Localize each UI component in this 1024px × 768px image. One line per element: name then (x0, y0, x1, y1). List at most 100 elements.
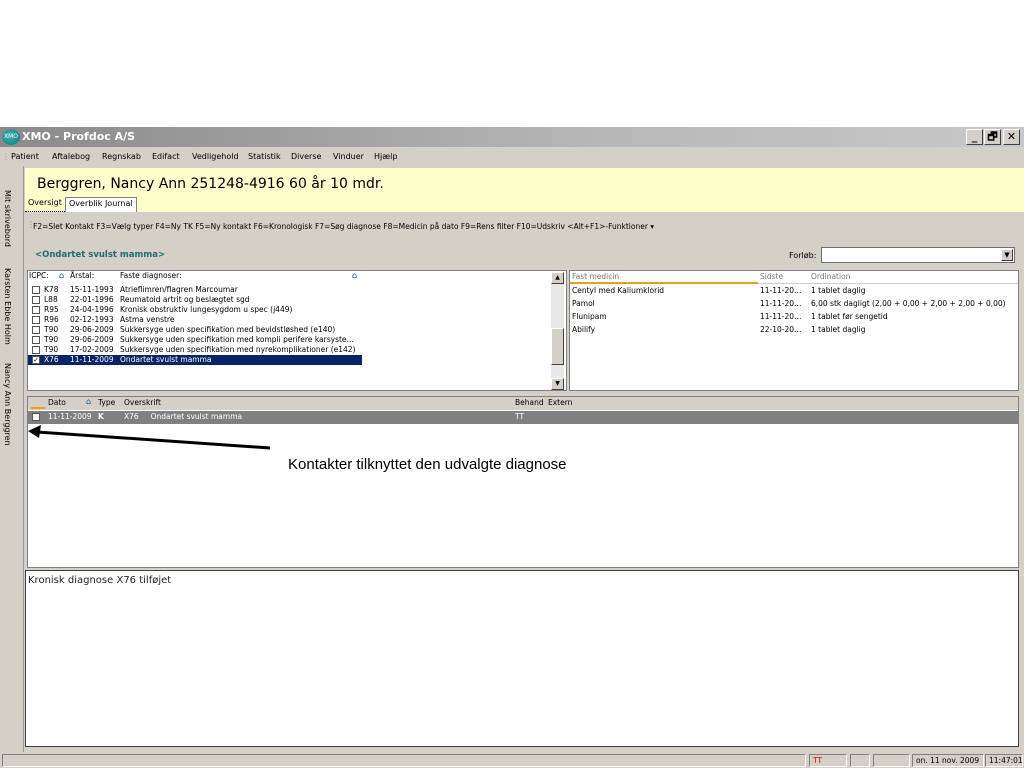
col-header-ordination[interactable]: Ordination (811, 272, 850, 281)
row-checkbox[interactable] (32, 346, 40, 354)
selected-diagnosis-title: <Ondartet svulst mamma> (35, 250, 166, 260)
icpc-code: X76 (44, 355, 59, 364)
status-message (2, 754, 806, 767)
col-header-behand[interactable]: Behand (515, 398, 544, 407)
menu-statistik[interactable]: Statistik (248, 152, 281, 161)
journal-note[interactable]: Kronisk diagnose X76 tilføjet (25, 570, 1019, 747)
menu-vinduer[interactable]: Vinduer (333, 152, 364, 161)
close-button[interactable]: ✕ (1003, 129, 1020, 145)
col-header-diagnosis[interactable]: Faste diagnoser: (120, 271, 182, 284)
sort-home-icon[interactable]: ⌂ (86, 397, 91, 406)
row-checkbox[interactable] (32, 306, 40, 314)
col-header-fast-medicin[interactable]: Fast medicin (572, 272, 619, 281)
journal-note-text: Kronisk diagnose X76 tilføjet (28, 575, 172, 586)
icpc-code: T90 (44, 345, 59, 354)
forloeb-label: Forløb: (789, 251, 817, 260)
col-header-extern[interactable]: Extern (548, 398, 572, 407)
minimize-button[interactable]: _ (966, 129, 983, 145)
tab-strip: Oversigt Overblik Journal (25, 195, 1024, 212)
restore-button[interactable]: 🗗 (984, 129, 1001, 145)
status-user: TT (809, 754, 847, 767)
diagnosis-row-t90-a[interactable]: T90 29-06-2009 Sukkersyge uden specifika… (28, 325, 362, 335)
col-header-icpc[interactable]: ICPC: (29, 271, 49, 284)
medicine-row[interactable]: Abilify 22-10-20… 1 tablet daglig (570, 325, 1018, 335)
col-header-year[interactable]: Årstal: (70, 271, 95, 284)
function-key-toolbar: ⋮ F2=Slet Kontakt F3=Vælg typer F4=Ny TK… (25, 214, 1019, 236)
menu-edifact[interactable]: Edifact (152, 152, 180, 161)
diagnosis-list: ICPC: ⌂ Årstal: Faste diagnoser: ⌂ K78 1… (27, 270, 567, 391)
vtab-mit-skrivebord[interactable]: Mit skrivebord (3, 190, 12, 247)
row-checkbox-checked[interactable]: ✓ (32, 356, 40, 364)
menu-hjaelp[interactable]: Hjælp (374, 152, 397, 161)
function-key-list[interactable]: F2=Slet Kontakt F3=Vælg typer F4=Ny TK F… (33, 222, 654, 231)
diagnosis-date: 29-06-2009 (70, 335, 114, 344)
medicine-ordination: 6,00 stk dagligt (2,00 + 0,00 + 2,00 + 2… (811, 299, 1006, 308)
app-logo-icon: XMO (2, 129, 20, 145)
diagnosis-text: Reumatoid artrit og beslægtet sgd (120, 295, 250, 304)
medicine-name: Flunipam (572, 312, 607, 321)
icpc-code: L88 (44, 295, 58, 304)
col-header-overskrift[interactable]: Overskrift (124, 398, 161, 407)
medicine-row[interactable]: Pamol 11-11-20… 6,00 stk dagligt (2,00 +… (570, 299, 1018, 309)
diagnosis-row-x76-selected[interactable]: ✓ X76 11-11-2009 Ondartet svulst mamma (28, 355, 362, 365)
scroll-down-arrow-icon[interactable]: ▼ (551, 378, 564, 390)
row-checkbox[interactable] (32, 316, 40, 324)
diagnosis-row-r95[interactable]: R95 24-04-1996 Kronisk obstruktiv lunges… (28, 305, 362, 315)
annotation-callout: Kontakter tilknyttet den udvalgte diagno… (288, 456, 567, 473)
medicine-ordination: 1 tablet før sengetid (811, 312, 888, 321)
col-header-sidste[interactable]: Sidste (760, 272, 783, 281)
menu-patient[interactable]: Patient (11, 152, 39, 161)
annotation-arrow-icon (28, 425, 271, 450)
diagnosis-date: 22-01-1996 (70, 295, 114, 304)
forloeb-select[interactable]: ▼ (821, 247, 1015, 263)
col-header-type[interactable]: Type (98, 398, 115, 407)
tab-overblik-journal[interactable]: Overblik Journal (65, 197, 137, 212)
diagnosis-text: Atrieflimren/flagren Marcoumar (120, 285, 238, 294)
medicine-header: Fast medicin Sidste Ordination (570, 271, 1018, 284)
diagnosis-row-t90-c[interactable]: T90 17-02-2009 Sukkersyge uden specifika… (28, 345, 362, 355)
medicine-row[interactable]: Flunipam 11-11-20… 1 tablet før sengetid (570, 312, 1018, 322)
sort-home-icon[interactable]: ⌂ (59, 271, 65, 284)
diagnosis-text: Ondartet svulst mamma (120, 355, 212, 364)
vtab-nancy-ann-berggren[interactable]: Nancy Ann Berggren (3, 363, 12, 446)
row-checkbox[interactable] (32, 296, 40, 304)
dropdown-arrow-icon[interactable]: ▼ (1001, 249, 1013, 261)
menu-regnskab[interactable]: Regnskab (102, 152, 141, 161)
icpc-code: K78 (44, 285, 59, 294)
scroll-up-arrow-icon[interactable]: ▲ (551, 272, 564, 284)
tab-oversigt[interactable]: Oversigt (25, 197, 65, 212)
diagnosis-row-l88[interactable]: L88 22-01-1996 Reumatoid artrit og beslæ… (28, 295, 362, 305)
diagnosis-row-t90-b[interactable]: T90 29-06-2009 Sukkersyge uden specifika… (28, 335, 362, 345)
diagnosis-text: Sukkersyge uden specifikation med kompli… (120, 335, 355, 344)
diagnosis-date: 15-11-1993 (70, 285, 114, 294)
medicine-last-date: 11-11-20… (760, 286, 802, 295)
sort-indicator-icon[interactable]: ⌂ (352, 271, 358, 284)
menu-diverse[interactable]: Diverse (291, 152, 321, 161)
contacts-header: Dato ⌂ Type Overskrift Behand Extern (28, 397, 1018, 410)
sort-underline (31, 407, 45, 409)
diagnosis-text: Astma venstre (120, 315, 175, 324)
medicine-last-date: 22-10-20… (760, 325, 802, 334)
row-checkbox[interactable] (32, 336, 40, 344)
medicine-ordination: 1 tablet daglig (811, 286, 866, 295)
status-cell (873, 754, 910, 767)
menu-vedligehold[interactable]: Vedligehold (192, 152, 239, 161)
row-checkbox[interactable] (32, 286, 40, 294)
diagnosis-text: Sukkersyge uden specifikation med bevids… (120, 325, 336, 334)
diagnosis-date: 11-11-2009 (70, 355, 114, 364)
diagnosis-row-k78[interactable]: K78 15-11-1993 Atrieflimren/flagren Marc… (28, 285, 362, 295)
col-header-dato[interactable]: Dato (48, 398, 66, 407)
diagnosis-row-r96[interactable]: R96 02-12-1993 Astma venstre (28, 315, 362, 325)
medicine-row[interactable]: Centyl med Kaliumklorid 11-11-20… 1 tabl… (570, 286, 1018, 296)
window-title: XMO - Profdoc A/S (22, 130, 136, 143)
contact-behand: TT (515, 412, 525, 421)
scrollbar-thumb[interactable] (551, 328, 564, 365)
vertical-tab-strip: Mit skrivebord Karsten Ebbe Holm Nancy A… (0, 166, 24, 752)
row-checkbox[interactable] (32, 326, 40, 334)
medicine-last-date: 11-11-20… (760, 299, 802, 308)
vtab-karsten-ebbe-holm[interactable]: Karsten Ebbe Holm (3, 268, 12, 345)
menu-aftalebog[interactable]: Aftalebog (52, 152, 90, 161)
title-bar[interactable]: XMO XMO - Profdoc A/S _ 🗗 ✕ (0, 127, 1024, 147)
patient-name: Berggren, Nancy Ann 251248-4916 60 år 10… (37, 176, 384, 192)
icpc-code: R95 (44, 305, 59, 314)
